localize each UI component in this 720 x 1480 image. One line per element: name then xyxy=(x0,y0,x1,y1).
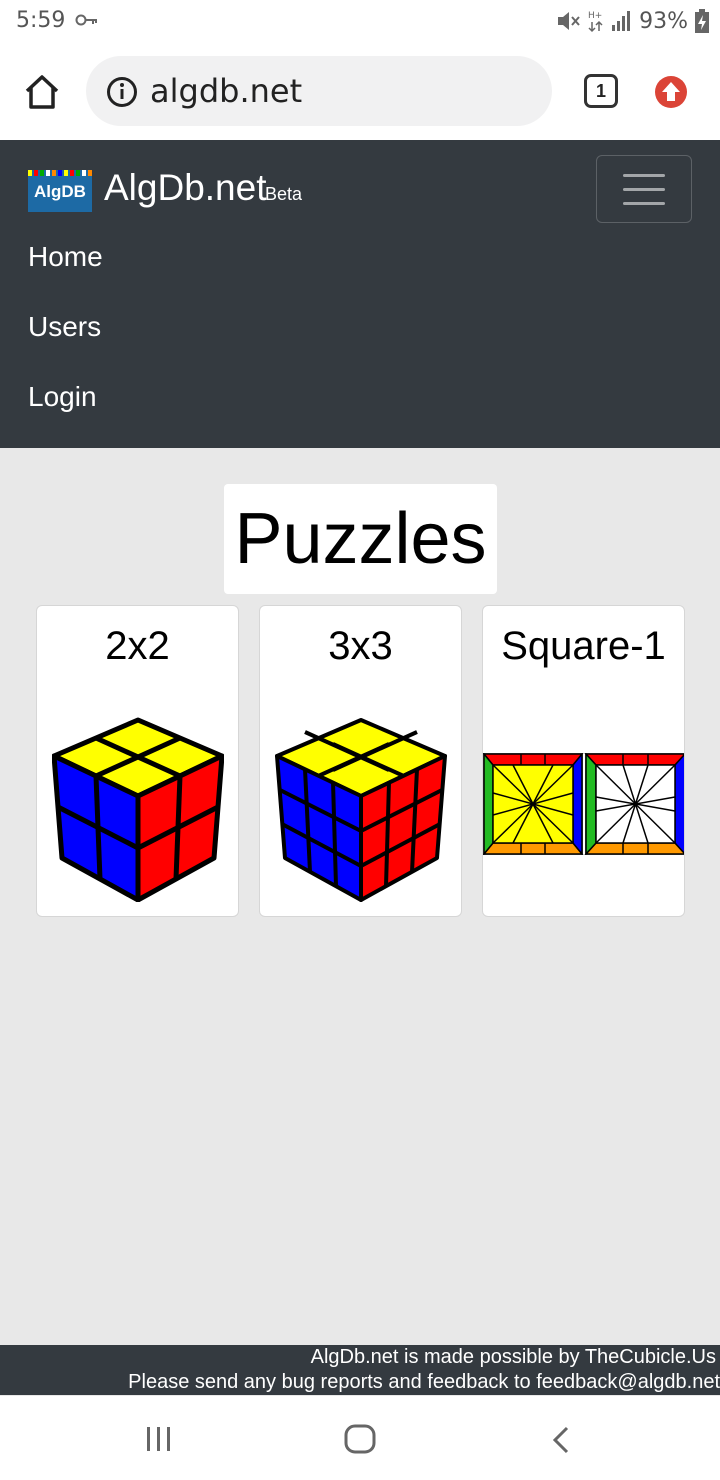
puzzle-name[interactable]: Square-1 xyxy=(483,624,684,669)
nav-link-users[interactable]: Users xyxy=(28,311,101,343)
algdb-logo[interactable]: AlgDB xyxy=(28,170,92,212)
key-icon xyxy=(75,14,97,26)
status-bar: 5:59 H+ 93% xyxy=(0,0,720,44)
hamburger-line xyxy=(623,202,665,205)
puzzle-card-2x2[interactable]: 2x2 xyxy=(36,605,239,917)
puzzle-name[interactable]: 3x3 xyxy=(260,624,461,669)
puzzle-card-3x3[interactable]: 3x3 xyxy=(259,605,462,917)
svg-text:AlgDB: AlgDB xyxy=(34,182,86,201)
site-footer: AlgDb.net is made possible by TheCubicle… xyxy=(0,1345,720,1395)
data-icon: H+ xyxy=(588,11,603,33)
info-icon[interactable] xyxy=(106,76,138,108)
system-navigation-bar xyxy=(0,1396,720,1480)
nav-link-login[interactable]: Login xyxy=(28,381,97,413)
mute-icon xyxy=(558,12,580,30)
tabs-button[interactable]: 1 xyxy=(584,74,618,108)
status-time: 5:59 xyxy=(16,8,66,33)
signal-icon xyxy=(612,11,631,31)
footer-credit: AlgDb.net is made possible by TheCubicle… xyxy=(310,1346,716,1368)
url-text[interactable]: algdb.net xyxy=(150,72,302,110)
battery-percent: 93% xyxy=(639,8,688,34)
battery-charging-icon xyxy=(695,9,709,33)
status-icons: H+ 93% xyxy=(555,8,710,34)
home-icon[interactable] xyxy=(22,72,62,112)
hamburger-line xyxy=(623,188,665,191)
puzzle-card-square-1[interactable]: Square-1 xyxy=(482,605,685,917)
beta-badge: Beta xyxy=(265,184,303,204)
hamburger-line xyxy=(623,174,665,177)
home-button-icon[interactable] xyxy=(344,1424,376,1454)
nav-link-home[interactable]: Home xyxy=(28,241,103,273)
svg-text:H+: H+ xyxy=(588,11,602,21)
3x3-cube-icon[interactable] xyxy=(275,716,447,902)
page-title: Puzzles xyxy=(224,484,497,594)
tab-count: 1 xyxy=(595,81,606,101)
2x2-cube-icon[interactable] xyxy=(52,716,224,902)
browser-toolbar: algdb.net 1 xyxy=(0,44,720,140)
square-1-icon[interactable] xyxy=(483,753,685,855)
navbar-toggler-button[interactable] xyxy=(596,155,692,223)
puzzle-name[interactable]: 2x2 xyxy=(37,624,238,669)
site-navbar: AlgDB AlgDb.net Beta Home Users Login xyxy=(0,140,720,448)
update-icon[interactable] xyxy=(654,75,688,109)
footer-feedback: Please send any bug reports and feedback… xyxy=(128,1371,720,1393)
back-icon[interactable] xyxy=(550,1426,572,1454)
recent-apps-icon[interactable] xyxy=(144,1426,174,1452)
address-bar[interactable]: algdb.net xyxy=(86,56,552,126)
brand-name[interactable]: AlgDb.net xyxy=(104,167,267,209)
